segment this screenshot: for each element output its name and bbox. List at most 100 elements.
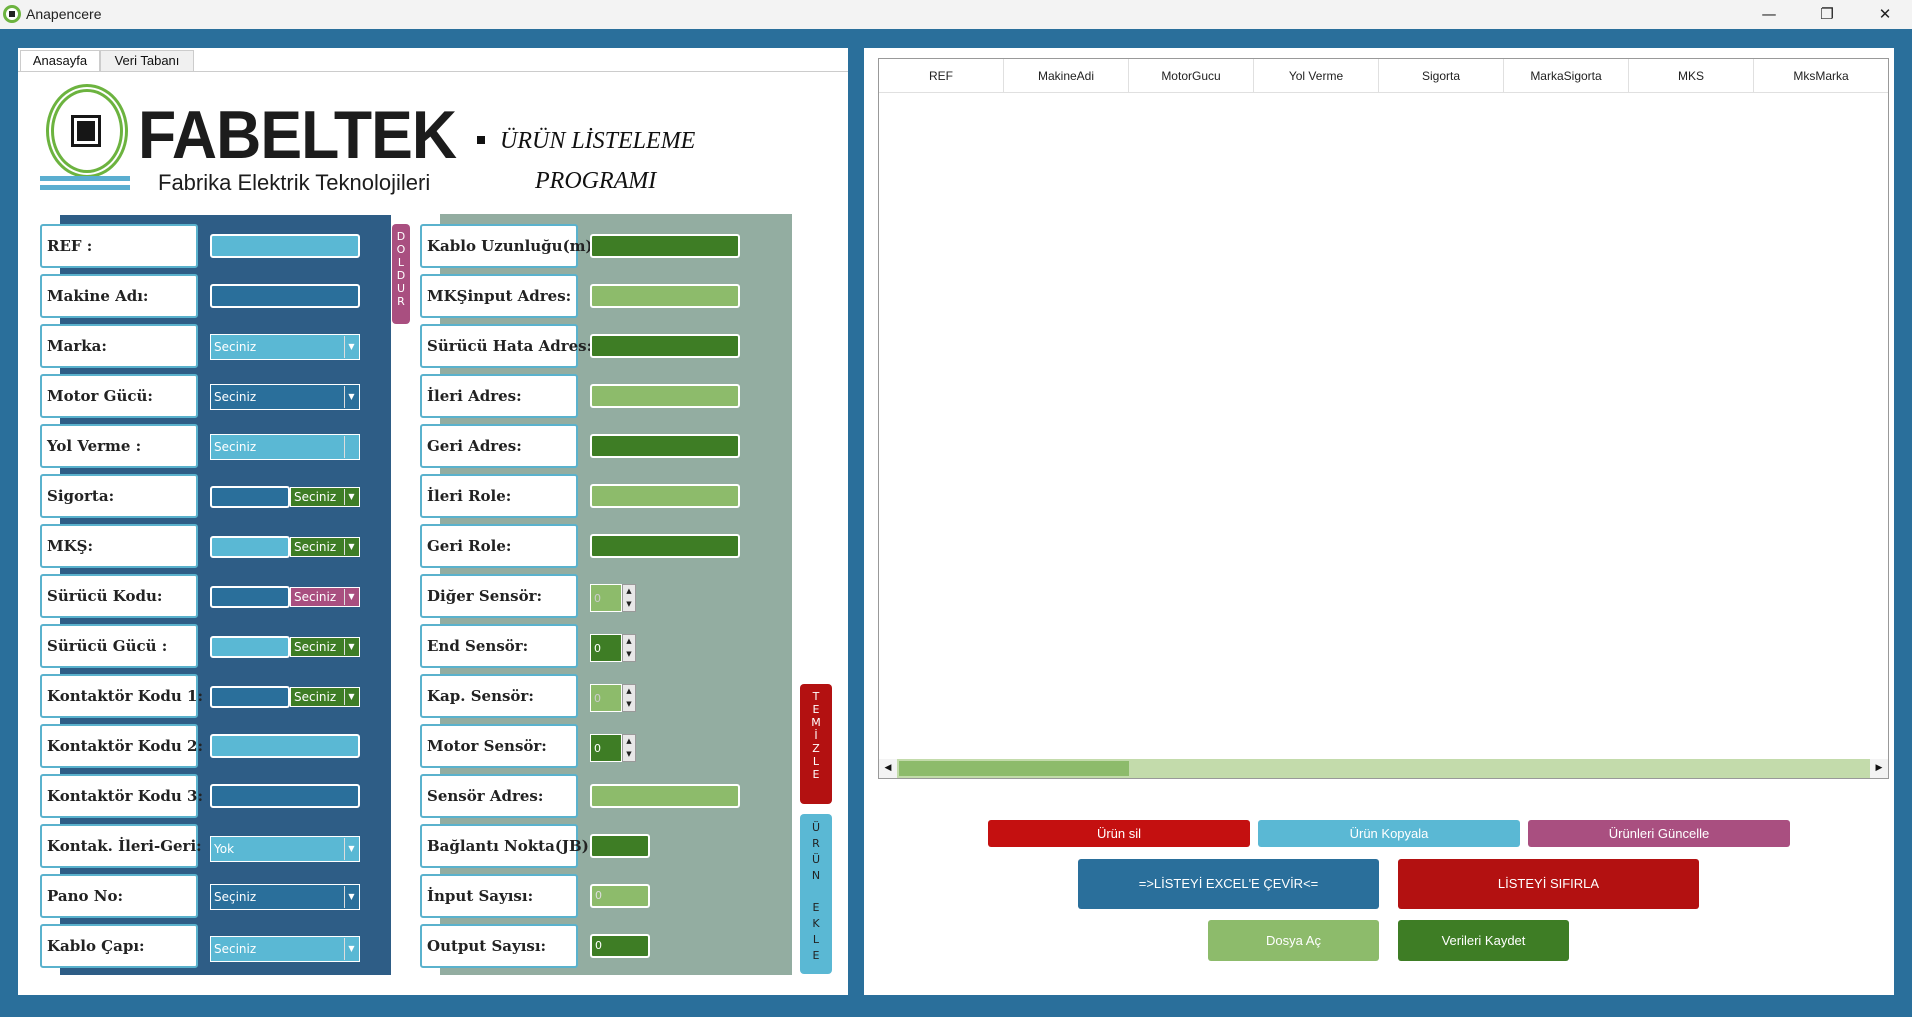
doldur-letter: L — [397, 256, 405, 269]
arrow-down-icon[interactable]: ▼ — [623, 698, 635, 711]
label-surucu-kodu: Sürücü Kodu: — [40, 574, 198, 618]
sigorta-marka-select[interactable]: Seciniz ▼ — [290, 487, 360, 507]
motor-gucu-select[interactable]: Seciniz ▼ — [210, 384, 360, 410]
label-kontaktor-2: Kontaktör Kodu 2: — [40, 724, 203, 768]
doldur-letter: D — [396, 269, 406, 282]
restore-button[interactable]: ❐ — [1804, 0, 1850, 29]
urun-ekle-letter: Ü — [811, 821, 821, 834]
label-pano-no: Pano No: — [40, 874, 198, 918]
arrow-down-icon[interactable]: ▼ — [623, 748, 635, 761]
sigorta-value: Seciniz — [294, 490, 337, 504]
column-header-mksmarka[interactable]: MksMarka — [1754, 59, 1888, 93]
mks-input-adres-input[interactable] — [590, 284, 740, 308]
product-grid[interactable]: REF MakineAdi MotorGucu Yol Verme Sigort… — [878, 58, 1889, 779]
urun-sil-button[interactable]: Ürün sil — [988, 820, 1250, 847]
kontaktor-2-input[interactable] — [210, 734, 360, 758]
temizle-letter: E — [812, 703, 820, 716]
kontaktor-3-input[interactable] — [210, 784, 360, 808]
horizontal-scrollbar[interactable]: ◀ ▶ — [879, 759, 1888, 778]
arrow-up-icon[interactable]: ▲ — [623, 685, 635, 698]
column-header-yol-verme[interactable]: Yol Verme — [1254, 59, 1379, 93]
logo-bar — [40, 185, 130, 190]
arrow-down-icon[interactable]: ▼ — [623, 598, 635, 611]
urunleri-guncelle-button[interactable]: Ürünleri Güncelle — [1528, 820, 1790, 847]
doldur-letter: D — [396, 230, 406, 243]
sensor-adres-input[interactable] — [590, 784, 740, 808]
column-header-sigorta[interactable]: Sigorta — [1379, 59, 1504, 93]
scroll-left-icon[interactable]: ◀ — [879, 759, 897, 778]
sigorta-input[interactable] — [210, 486, 290, 508]
chevron-down-icon: ▼ — [344, 539, 358, 555]
ref-input[interactable] — [210, 234, 360, 258]
kablo-capi-select[interactable]: Seciniz ▼ — [210, 936, 360, 962]
tab-divider — [18, 71, 848, 72]
column-header-makineadi[interactable]: MakineAdi — [1004, 59, 1129, 93]
surucu-kodu-select[interactable]: Seciniz ▼ — [290, 587, 360, 607]
minimize-button[interactable]: — — [1746, 0, 1792, 29]
label-ref: REF : — [40, 224, 198, 268]
ileri-adres-input[interactable] — [590, 384, 740, 408]
surucu-gucu-select[interactable]: Seciniz ▼ — [290, 637, 360, 657]
surucu-kodu-input[interactable] — [210, 586, 290, 608]
chevron-down-icon: ▼ — [344, 689, 358, 705]
input-sayisi-input[interactable]: 0 — [590, 884, 650, 908]
mks-input[interactable] — [210, 536, 290, 558]
pano-no-select[interactable]: Seçiniz ▼ — [210, 884, 360, 910]
mks-marka-select[interactable]: Seciniz ▼ — [290, 537, 360, 557]
motor-sensor-spinbox[interactable]: 0 — [590, 734, 622, 762]
listeyi-sifirla-button[interactable]: LİSTEYİ SIFIRLA — [1398, 859, 1699, 909]
label-kontak-ileri-geri: Kontak. İleri-Geri: — [40, 824, 202, 868]
logo — [40, 84, 140, 194]
urun-kopyala-button[interactable]: Ürün Kopyala — [1258, 820, 1520, 847]
end-sensor-stepper[interactable]: ▲ ▼ — [622, 634, 636, 662]
label-kontaktor-1: Kontaktör Kodu 1: — [40, 674, 203, 718]
arrow-up-icon[interactable]: ▲ — [623, 585, 635, 598]
kap-sensor-stepper[interactable]: ▲ ▼ — [622, 684, 636, 712]
arrow-up-icon[interactable]: ▲ — [623, 735, 635, 748]
column-header-markasigorta[interactable]: MarkaSigorta — [1504, 59, 1629, 93]
title-bar: Anapencere — ❐ ✕ — [0, 0, 1912, 29]
diger-sensor-spinbox[interactable]: 0 — [590, 584, 622, 612]
scrollbar-thumb[interactable] — [899, 761, 1129, 776]
temizle-letter: M — [811, 716, 821, 729]
urun-ekle-button[interactable]: Ü R Ü N E K L E — [800, 814, 832, 974]
dosya-ac-button[interactable]: Dosya Aç — [1208, 920, 1379, 961]
ileri-role-input[interactable] — [590, 484, 740, 508]
kontaktor-1-select[interactable]: Seciniz ▼ — [290, 687, 360, 707]
kontak-ileri-geri-select[interactable]: Yok ▼ — [210, 836, 360, 862]
kontaktor-1-input[interactable] — [210, 686, 290, 708]
geri-adres-input[interactable] — [590, 434, 740, 458]
marka-select[interactable]: Seciniz ▼ — [210, 334, 360, 360]
surucu-hata-input[interactable] — [590, 334, 740, 358]
baglanti-nokta-input[interactable] — [590, 834, 650, 858]
scroll-right-icon[interactable]: ▶ — [1870, 759, 1888, 778]
yol-verme-select[interactable]: Seciniz — [210, 434, 360, 460]
excel-export-button[interactable]: =>LİSTEYİ EXCEL'E ÇEVİR<= — [1078, 859, 1379, 909]
bullet-icon — [477, 136, 485, 144]
arrow-down-icon[interactable]: ▼ — [623, 648, 635, 661]
chevron-down-icon: ▼ — [344, 589, 358, 605]
end-sensor-spinbox[interactable]: 0 — [590, 634, 622, 662]
brand-name: FABELTEK — [138, 97, 457, 173]
makine-adi-input[interactable] — [210, 284, 360, 308]
temizle-button[interactable]: T E M İ Z L E — [800, 684, 832, 804]
geri-role-input[interactable] — [590, 534, 740, 558]
tab-anasayfa[interactable]: Anasayfa — [20, 50, 100, 72]
surucu-gucu-input[interactable] — [210, 636, 290, 658]
column-header-mks[interactable]: MKS — [1629, 59, 1754, 93]
diger-sensor-stepper[interactable]: ▲ ▼ — [622, 584, 636, 612]
arrow-up-icon[interactable]: ▲ — [623, 635, 635, 648]
doldur-button[interactable]: D O L D U R — [392, 224, 410, 324]
motor-sensor-stepper[interactable]: ▲ ▼ — [622, 734, 636, 762]
close-button[interactable]: ✕ — [1862, 0, 1908, 29]
tab-veri-tabani[interactable]: Veri Tabanı — [100, 50, 194, 72]
verileri-kaydet-button[interactable]: Verileri Kaydet — [1398, 920, 1569, 961]
column-header-ref[interactable]: REF — [879, 59, 1004, 93]
label-makine-adi: Makine Adı: — [40, 274, 198, 318]
column-header-motorgucu[interactable]: MotorGucu — [1129, 59, 1254, 93]
chevron-down-icon: ▼ — [344, 386, 358, 408]
label-diger-sensor: Diğer Sensör: — [420, 574, 578, 618]
kap-sensor-spinbox[interactable]: 0 — [590, 684, 622, 712]
output-sayisi-input[interactable]: 0 — [590, 934, 650, 958]
kablo-uzunlugu-input[interactable] — [590, 234, 740, 258]
